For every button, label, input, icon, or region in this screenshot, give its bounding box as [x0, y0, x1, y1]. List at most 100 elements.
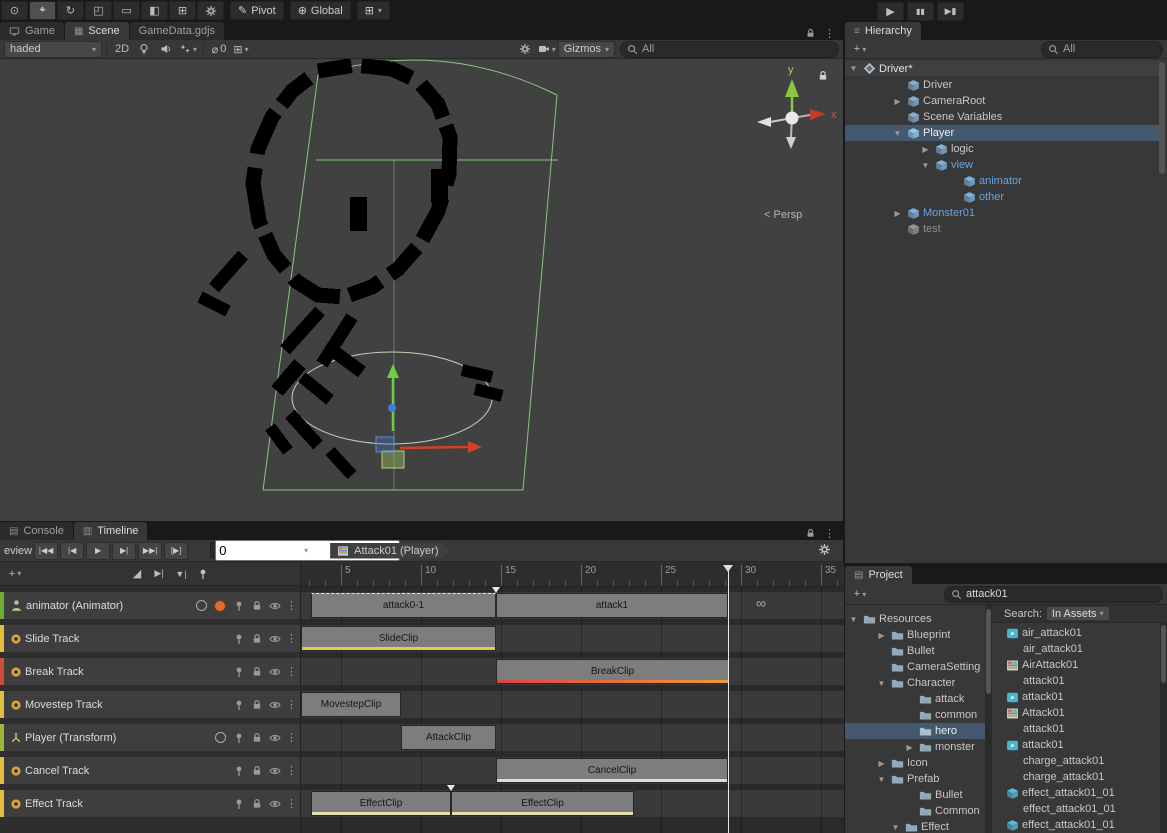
clip-marker-icon[interactable] — [447, 785, 455, 791]
clip-cancel[interactable]: CancelClip — [496, 758, 728, 783]
pin-track-button[interactable] — [231, 631, 246, 646]
clip-break[interactable]: BreakClip — [496, 659, 729, 684]
asset-row[interactable]: charge_attack01 — [992, 753, 1160, 769]
folder-camerasetting[interactable]: CameraSetting — [845, 659, 985, 675]
next-frame-button[interactable]: ▶| — [112, 542, 136, 560]
mute-track-button[interactable] — [267, 631, 282, 646]
mute-track-button[interactable] — [267, 763, 282, 778]
mute-track-button[interactable] — [267, 664, 282, 679]
track-header-effect[interactable]: Effect Track ⋮ — [0, 790, 300, 817]
hierarchy-item-view[interactable]: ▼ view — [845, 157, 1160, 173]
tab-timeline[interactable]: ▥Timeline — [74, 522, 148, 540]
scale-tool-button[interactable]: ◰ — [85, 1, 112, 20]
track-header-cancel[interactable]: Cancel Track ⋮ — [0, 757, 300, 784]
asset-row[interactable]: attack01 — [992, 737, 1160, 753]
go-to-start-button[interactable]: |◀◀ — [34, 542, 58, 560]
marker-track-button[interactable]: ▼| — [170, 566, 192, 581]
hierarchy-item-scene-variables[interactable]: Scene Variables — [845, 109, 1160, 125]
snap-settings-button[interactable]: ⊞▾ — [357, 1, 390, 20]
timeline-lanes[interactable]: 5 10 15 20 25 30 35 attack0-1 attack1 ∞ … — [300, 562, 844, 833]
step-button[interactable]: ▶▮ — [937, 2, 964, 21]
hierarchy-item-cameraroot[interactable]: ▶ CameraRoot — [845, 93, 1160, 109]
tab-project[interactable]: ▤Project — [845, 566, 912, 584]
track-menu-button[interactable]: ⋮ — [285, 665, 298, 678]
clip-attack1[interactable]: attack1 — [496, 593, 728, 618]
hierarchy-item-player[interactable]: ▼ Player — [845, 125, 1160, 141]
clip-effect-1[interactable]: EffectClip — [311, 791, 451, 816]
pin-track-button[interactable] — [231, 763, 246, 778]
hidden-objects-toggle[interactable]: ⌀0 — [208, 42, 230, 57]
pause-button[interactable]: ▮▮ — [907, 2, 934, 21]
playhead-handle[interactable] — [723, 565, 733, 572]
asset-row[interactable]: Attack01 — [992, 705, 1160, 721]
folder-bullet-2[interactable]: Bullet — [845, 787, 985, 803]
curves-view-button[interactable]: ◢ — [126, 566, 148, 581]
tab-console[interactable]: ▤Console — [0, 522, 73, 540]
grid-visibility-dropdown[interactable]: ⊞▾ — [230, 42, 252, 57]
clip-movestep[interactable]: MovestepClip — [301, 692, 401, 717]
chevron-down-icon[interactable]: ▼ — [919, 161, 932, 170]
track-menu-button[interactable]: ⋮ — [285, 698, 298, 711]
rotate-tool-button[interactable]: ↻ — [57, 1, 84, 20]
scene-lighting-button[interactable] — [133, 42, 155, 57]
rect-tool-button[interactable]: ▭ — [113, 1, 140, 20]
track-menu-button[interactable]: ⋮ — [285, 731, 298, 744]
asset-row[interactable]: effect_attack01_01 — [992, 801, 1160, 817]
panel-menu-button[interactable]: ⋮ — [824, 527, 835, 540]
timeline-breadcrumb[interactable]: Attack01 (Player) — [330, 543, 450, 559]
mute-track-button[interactable] — [267, 697, 282, 712]
asset-row[interactable]: attack01 — [992, 689, 1160, 705]
lock-track-button[interactable] — [249, 598, 264, 613]
editor-tools-button[interactable] — [197, 1, 224, 20]
asset-row[interactable]: attack01 — [992, 721, 1160, 737]
2d-toggle-button[interactable]: 2D — [111, 42, 133, 57]
move-tool-button[interactable]: ⌖ — [29, 1, 56, 20]
gizmos-dropdown[interactable]: Gizmos▾ — [558, 41, 615, 58]
results-scrollbar-thumb[interactable] — [1161, 625, 1166, 683]
track-header-break[interactable]: Break Track ⋮ — [0, 658, 300, 685]
pin-track-button[interactable] — [231, 664, 246, 679]
clip-effect-2[interactable]: EffectClip — [451, 791, 634, 816]
scene-search-field[interactable]: All — [620, 41, 839, 58]
previous-frame-button[interactable]: |◀ — [60, 542, 84, 560]
track-header-slide[interactable]: Slide Track ⋮ — [0, 625, 300, 652]
play-range-button[interactable]: [▶] — [164, 542, 188, 560]
hierarchy-item-driver[interactable]: Driver — [845, 77, 1160, 93]
add-track-button[interactable]: +▾ — [4, 566, 26, 581]
draw-mode-dropdown[interactable]: haded▾ — [4, 41, 102, 58]
track-toggle-icon[interactable] — [196, 600, 207, 611]
track-menu-button[interactable]: ⋮ — [285, 632, 298, 645]
tab-scene[interactable]: ▦Scene — [65, 22, 129, 40]
chevron-down-icon[interactable]: ▼ — [891, 129, 904, 138]
tab-hierarchy[interactable]: ≡Hierarchy — [845, 22, 921, 40]
timeline-ruler[interactable]: 5 10 15 20 25 30 35 — [301, 562, 844, 587]
mute-track-button[interactable] — [267, 598, 282, 613]
timeline-play-button[interactable]: ▶ — [86, 542, 110, 560]
record-button[interactable] — [214, 600, 226, 612]
track-header-player-transform[interactable]: Player (Transform) ⋮ — [0, 724, 300, 751]
hierarchy-item-monster01[interactable]: ▶ Monster01 — [845, 205, 1160, 221]
hierarchy-item-animator[interactable]: animator — [845, 173, 1160, 189]
tree-scrollbar-track[interactable] — [985, 605, 992, 833]
asset-row[interactable]: effect_attack01_01 — [992, 817, 1160, 833]
chevron-down-icon[interactable]: ▼ — [889, 823, 902, 832]
tab-gamedata[interactable]: GameData.gdjs — [130, 22, 224, 40]
timeline-settings-button[interactable] — [818, 543, 831, 559]
chevron-down-icon[interactable]: ▼ — [847, 615, 860, 624]
chevron-right-icon[interactable]: ▶ — [875, 759, 888, 768]
folder-hero[interactable]: hero — [845, 723, 985, 739]
folder-common-2[interactable]: Common — [845, 803, 985, 819]
scene-viewport[interactable]: y x < Persp — [0, 59, 843, 521]
tree-scrollbar-thumb[interactable] — [986, 609, 991, 694]
folder-effect[interactable]: ▼Effect — [845, 819, 985, 833]
mute-track-button[interactable] — [267, 796, 282, 811]
chevron-right-icon[interactable]: ▶ — [891, 97, 904, 106]
chevron-right-icon[interactable]: ▶ — [891, 209, 904, 218]
chevron-down-icon[interactable]: ▼ — [875, 679, 888, 688]
clip-attack0-1[interactable]: attack0-1 — [311, 593, 496, 618]
asset-row[interactable]: attack01 — [992, 673, 1160, 689]
marker-in-button[interactable]: ▶| — [148, 566, 170, 581]
track-toggle-icon[interactable] — [215, 732, 226, 743]
lock-track-button[interactable] — [249, 697, 264, 712]
folder-blueprint[interactable]: ▶Blueprint — [845, 627, 985, 643]
